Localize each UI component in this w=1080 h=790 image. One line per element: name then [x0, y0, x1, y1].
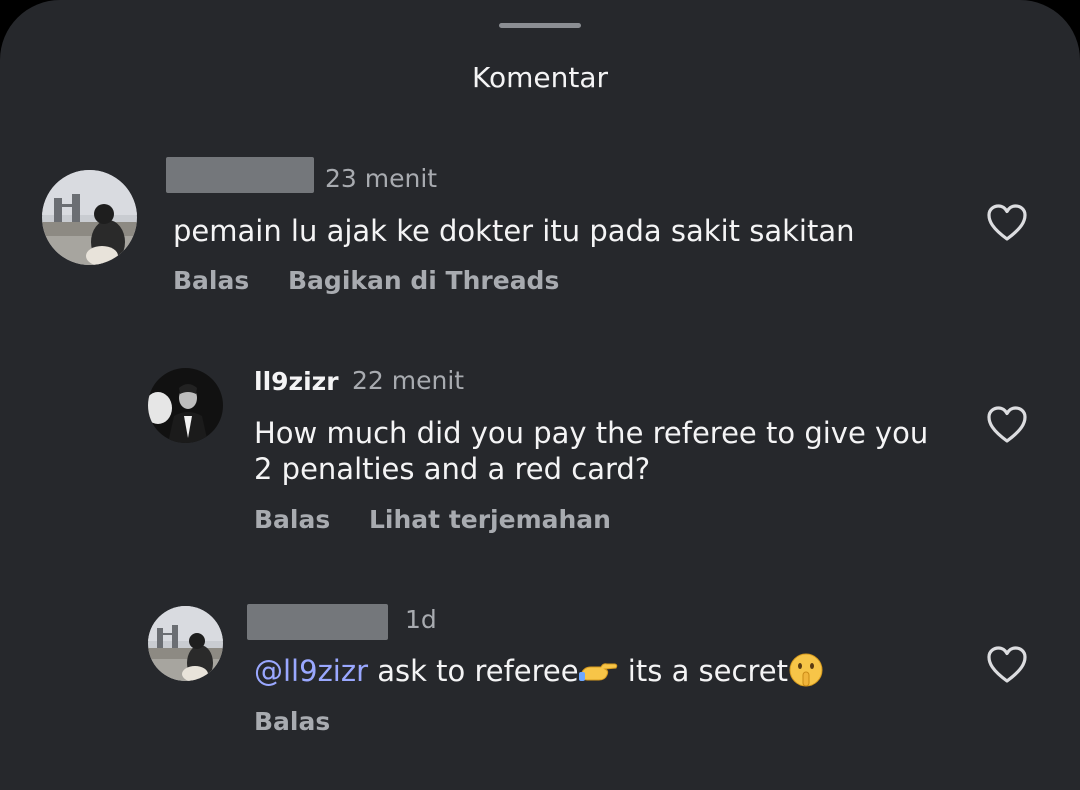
- comment-text-part: its a secret: [618, 654, 788, 688]
- reply-button[interactable]: Balas: [254, 706, 330, 738]
- comment-time: 23 menit: [325, 164, 438, 193]
- share-threads-button[interactable]: Bagikan di Threads: [288, 265, 559, 297]
- mention-link[interactable]: @ll9zizr: [254, 654, 368, 688]
- comment-text: pemain lu ajak ke dokter itu pada sakit …: [173, 214, 855, 248]
- avatar[interactable]: [148, 606, 223, 681]
- username-redacted[interactable]: [166, 157, 314, 193]
- comment-text: How much did you pay the referee to give…: [254, 416, 929, 486]
- reply-button[interactable]: Balas: [173, 265, 249, 297]
- username[interactable]: ll9zizr: [254, 366, 339, 398]
- heart-icon[interactable]: [986, 405, 1028, 445]
- see-translation-button[interactable]: Lihat terjemahan: [369, 504, 611, 536]
- comment-time: 22 menit: [352, 366, 465, 395]
- comment-text-part: ask to referee: [368, 654, 579, 688]
- sheet-title: Komentar: [472, 61, 608, 94]
- comment-time: 1d: [405, 605, 437, 634]
- sheet-drag-handle[interactable]: [499, 23, 581, 28]
- reply-button[interactable]: Balas: [254, 504, 330, 536]
- comments-sheet: Komentar 23 menit pemain lu ajak ke dokt…: [0, 0, 1080, 790]
- avatar[interactable]: [42, 170, 137, 265]
- comment-text: @ll9zizr ask to referee its a secret: [254, 653, 954, 691]
- backhand-pointing-right-emoji: [578, 663, 617, 681]
- heart-icon[interactable]: [986, 203, 1028, 243]
- username-redacted[interactable]: [247, 604, 388, 640]
- avatar[interactable]: [148, 368, 223, 443]
- shushing-face-emoji: [789, 653, 823, 687]
- heart-icon[interactable]: [986, 645, 1028, 685]
